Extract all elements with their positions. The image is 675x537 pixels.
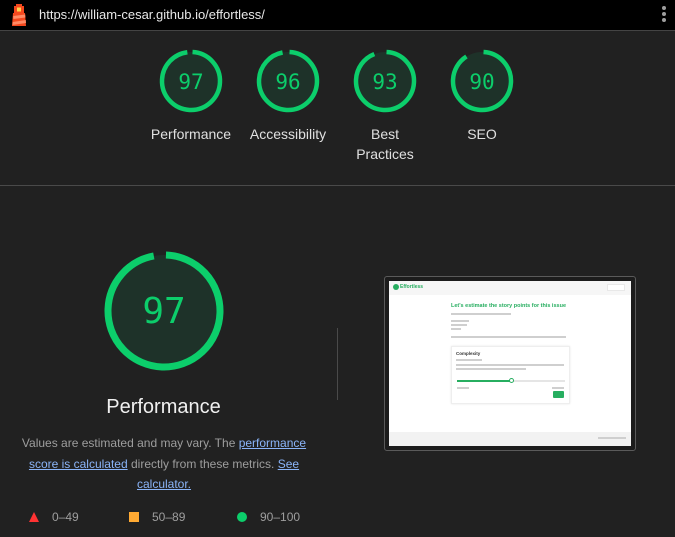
top-bar: https://william-cesar.github.io/effortle… [0, 0, 675, 31]
text-line [457, 387, 469, 389]
screenshot-frame: Effortless Let's estimate the story poin… [389, 281, 631, 446]
brand-text: Effortless [400, 284, 424, 290]
text-line [451, 320, 469, 322]
gauge-score: 97 [142, 291, 185, 332]
vertical-divider [337, 328, 338, 400]
text-line [451, 336, 566, 338]
description-text: directly from these metrics. [127, 456, 278, 471]
text-line [451, 328, 461, 330]
gauge-score: 90 [469, 70, 494, 94]
screenshot-language-select [607, 284, 625, 291]
category-gauges: 97 Performance 96 Accessibility 93 Best … [0, 48, 675, 168]
gauge-label: Best Practices [356, 126, 414, 162]
section-divider [0, 185, 675, 186]
brand-logo-icon [393, 284, 399, 290]
fail-triangle-icon [29, 512, 39, 522]
text-line [451, 324, 467, 326]
legend-range: 50–89 [152, 510, 186, 524]
screenshot-footer [389, 432, 631, 446]
text-line [456, 368, 526, 370]
gauge-accessibility[interactable]: 96 Accessibility [238, 48, 338, 144]
performance-gauge-large: 97 [104, 251, 224, 371]
performance-description: Values are estimated and may vary. The p… [16, 433, 312, 495]
gauge-score: 93 [372, 70, 397, 94]
legend-item-fail: 0–49 [29, 510, 79, 524]
card-title: Complexity [456, 351, 481, 356]
performance-title: Performance [106, 396, 221, 418]
screenshot-next-button [553, 391, 564, 398]
legend-item-pass: 90–100 [237, 510, 300, 524]
text-line [451, 313, 511, 315]
legend-range: 90–100 [260, 510, 301, 524]
gauge-ring: 90 [450, 49, 514, 113]
text-line [456, 364, 564, 366]
more-vertical-icon[interactable] [659, 6, 669, 26]
gauge-performance[interactable]: 97 Performance [141, 48, 241, 144]
footer-text [598, 437, 626, 439]
page-url: https://william-cesar.github.io/effortle… [39, 7, 265, 22]
gauge-best-practices[interactable]: 93 Best Practices [335, 48, 435, 164]
gauge-label: SEO [467, 126, 497, 142]
lighthouse-icon [12, 4, 26, 26]
text-line [456, 359, 482, 361]
legend-item-average: 50–89 [129, 510, 185, 524]
screenshot-slider [457, 378, 565, 383]
gauge-score: 97 [178, 70, 203, 94]
average-square-icon [129, 512, 139, 522]
gauge-score: 96 [275, 70, 300, 94]
screenshot-heading: Let's estimate the story points for this… [451, 303, 567, 309]
gauge-label: Accessibility [249, 126, 327, 142]
text-line [552, 387, 564, 389]
legend-range: 0–49 [52, 510, 79, 524]
slider-fill [457, 380, 511, 382]
gauge-ring: 97 [159, 49, 223, 113]
screenshot-card: Complexity [451, 346, 570, 404]
description-text: Values are estimated and may vary. The [21, 436, 239, 450]
screenshot-header: Effortless [389, 281, 631, 295]
score-legend: 0–49 50–89 90–100 [0, 510, 330, 528]
slider-knob [508, 378, 514, 383]
gauge-seo[interactable]: 90 SEO [432, 48, 532, 144]
screenshot-brand: Effortless [393, 284, 423, 290]
gauge-ring: 96 [256, 49, 320, 113]
final-screenshot-thumbnail[interactable]: Effortless Let's estimate the story poin… [384, 276, 636, 451]
pass-circle-icon [237, 512, 247, 522]
gauge-label: Performance [150, 126, 232, 142]
gauge-ring: 93 [353, 49, 417, 113]
